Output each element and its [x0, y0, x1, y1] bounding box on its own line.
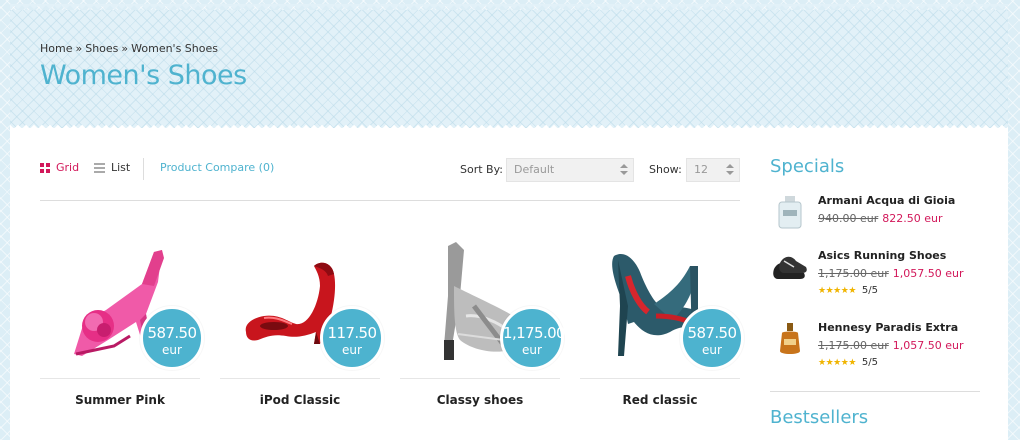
- product-card: 587.50 eur Summer Pink: [40, 232, 204, 422]
- rating-stars-icon: ★ ★ ★ ★ ★: [818, 357, 856, 368]
- banner-top-edge: [10, 4, 1008, 12]
- page-title: Women's Shoes: [40, 60, 247, 91]
- breadcrumb-shoes[interactable]: Shoes: [85, 42, 118, 55]
- price-amount: 587.50: [147, 324, 197, 342]
- sort-by-select[interactable]: Default: [506, 158, 634, 182]
- show-count-select[interactable]: 12: [686, 158, 740, 182]
- list-view-toggle[interactable]: List: [94, 161, 130, 174]
- rating-value: 5/5: [861, 285, 878, 296]
- new-price: 822.50 eur: [882, 212, 943, 225]
- special-product-name[interactable]: Asics Running Shoes: [818, 249, 946, 262]
- special-prices: 940.00 eur 822.50 eur: [818, 212, 943, 225]
- product-divider: [40, 378, 200, 379]
- bestsellers-title: Bestsellers: [770, 407, 869, 428]
- price-amount: 117.50: [327, 324, 377, 342]
- special-item: Asics Running Shoes 1,175.00 eur 1,057.50…: [770, 249, 980, 299]
- special-prices: 1,175.00 eur 1,057.50 eur: [818, 267, 964, 280]
- perfume-bottle-image[interactable]: [772, 194, 808, 230]
- breadcrumb-separator: »: [121, 42, 129, 55]
- special-product-name[interactable]: Armani Acqua di Gioia: [818, 194, 955, 207]
- rating-value: 5/5: [861, 357, 878, 368]
- breadcrumb-separator: »: [75, 42, 83, 55]
- product-divider: [400, 378, 560, 379]
- list-icon: [94, 162, 105, 173]
- price-currency: eur: [162, 343, 182, 357]
- new-price: 1,057.50 eur: [892, 267, 964, 280]
- grid-view-toggle[interactable]: Grid: [40, 161, 79, 174]
- grid-icon: [40, 162, 50, 173]
- old-price: 940.00 eur: [818, 212, 879, 225]
- banner-bottom-edge: [10, 122, 1008, 130]
- breadcrumb: Home» Shoes» Women's Shoes: [40, 42, 218, 55]
- special-prices: 1,175.00 eur 1,057.50 eur: [818, 339, 964, 352]
- product-divider: [580, 378, 740, 379]
- show-count-value: 12: [694, 163, 708, 176]
- product-name[interactable]: Red classic: [580, 393, 740, 407]
- product-card: 117.50 eur iPod Classic: [220, 232, 384, 422]
- product-name[interactable]: Classy shoes: [400, 393, 560, 407]
- special-product-name[interactable]: Hennesy Paradis Extra: [818, 321, 958, 334]
- toolbar-divider: [143, 158, 144, 180]
- sort-by-value: Default: [514, 163, 555, 176]
- product-toolbar: Grid List Product Compare (0) Sort By: D…: [40, 158, 740, 182]
- cognac-bottle-image[interactable]: [772, 321, 808, 357]
- running-shoes-image[interactable]: [772, 249, 808, 285]
- select-arrows-icon: [726, 164, 734, 176]
- product-card: 587.50 eur Red classic: [580, 232, 744, 422]
- new-price: 1,057.50 eur: [892, 339, 964, 352]
- rating: ★ ★ ★ ★ ★ 5/5: [818, 357, 878, 368]
- toolbar-divider-line: [40, 200, 740, 201]
- product-divider: [220, 378, 380, 379]
- breadcrumb-home[interactable]: Home: [40, 42, 72, 55]
- sidebar-divider: [770, 391, 980, 392]
- rating: ★ ★ ★ ★ ★ 5/5: [818, 285, 878, 296]
- rating-stars-icon: ★ ★ ★ ★ ★: [818, 285, 856, 296]
- old-price: 1,175.00 eur: [818, 339, 889, 352]
- price-badge: 587.50 eur: [140, 306, 204, 370]
- price-currency: eur: [702, 343, 722, 357]
- select-arrows-icon: [620, 164, 628, 176]
- product-name[interactable]: Summer Pink: [40, 393, 200, 407]
- price-amount: 587.50: [687, 324, 737, 342]
- price-badge: 1,175.00 eur: [500, 306, 566, 370]
- list-view-label: List: [111, 161, 131, 174]
- special-item: Armani Acqua di Gioia 940.00 eur 822.50 e…: [770, 194, 980, 244]
- show-label: Show:: [649, 163, 682, 176]
- specials-title: Specials: [770, 156, 845, 177]
- product-name[interactable]: iPod Classic: [220, 393, 380, 407]
- breadcrumb-womens-shoes[interactable]: Women's Shoes: [131, 42, 218, 55]
- price-amount: 1,175.00: [503, 324, 566, 342]
- price-currency: eur: [342, 343, 362, 357]
- product-compare-link[interactable]: Product Compare (0): [160, 161, 274, 174]
- grid-view-label: Grid: [56, 161, 80, 174]
- product-card: 1,175.00 eur Classy shoes: [400, 232, 566, 422]
- special-item: Hennesy Paradis Extra 1,175.00 eur 1,057.…: [770, 321, 980, 371]
- price-badge: 117.50 eur: [320, 306, 384, 370]
- price-currency: eur: [522, 343, 542, 357]
- old-price: 1,175.00 eur: [818, 267, 889, 280]
- sort-by-label: Sort By:: [460, 163, 504, 176]
- price-badge: 587.50 eur: [680, 306, 744, 370]
